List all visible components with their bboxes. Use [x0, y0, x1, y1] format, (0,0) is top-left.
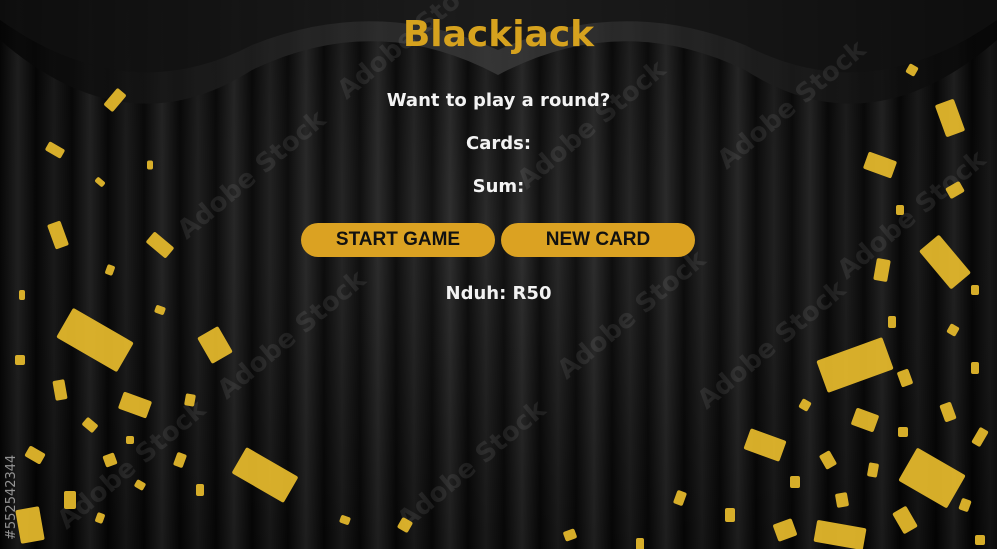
- confetti-piece: [82, 417, 98, 433]
- confetti-piece: [896, 205, 904, 215]
- sum-label: Sum:: [472, 176, 525, 197]
- confetti-piece: [813, 520, 867, 549]
- confetti-decoration: [15, 63, 989, 549]
- confetti-piece: [898, 448, 966, 508]
- confetti-piece: [397, 517, 413, 533]
- confetti-piece: [154, 305, 166, 315]
- watermark: Adobe Stock: [391, 394, 552, 536]
- new-card-button[interactable]: NEW CARD: [501, 223, 695, 257]
- confetti-piece: [888, 316, 896, 328]
- confetti-piece: [819, 450, 837, 470]
- confetti-piece: [971, 427, 989, 447]
- confetti-piece: [892, 506, 918, 534]
- player-info: Nduh: R50: [445, 283, 552, 304]
- confetti-piece: [851, 408, 879, 432]
- confetti-piece: [146, 232, 174, 258]
- cards-text: Cards:: [0, 133, 997, 154]
- confetti-piece: [196, 484, 204, 496]
- confetti-piece: [773, 518, 797, 542]
- confetti-piece: [64, 491, 76, 509]
- confetti-piece: [897, 368, 913, 388]
- confetti-piece: [102, 452, 118, 468]
- watermark: Adobe Stock: [171, 104, 332, 246]
- confetti-piece: [563, 528, 577, 542]
- confetti-piece: [636, 538, 644, 549]
- stock-id: #552542344: [4, 454, 19, 540]
- page-title: Blackjack: [402, 14, 595, 55]
- confetti-piece: [867, 462, 879, 478]
- confetti-piece: [905, 63, 919, 77]
- confetti-piece: [898, 427, 908, 437]
- confetti-piece: [816, 337, 894, 393]
- confetti-piece: [232, 447, 298, 503]
- confetti-piece: [184, 393, 196, 407]
- watermark: Adobe Stock: [551, 244, 712, 386]
- confetti-piece: [919, 235, 971, 289]
- confetti-piece: [15, 506, 45, 544]
- confetti-piece: [134, 479, 146, 491]
- confetti-piece: [798, 398, 812, 412]
- confetti-piece: [673, 490, 687, 506]
- confetti-piece: [939, 402, 957, 422]
- confetti-piece: [24, 446, 46, 464]
- confetti-piece: [197, 326, 233, 364]
- message-text: Want to play a round?: [386, 90, 611, 111]
- confetti-piece: [975, 535, 985, 545]
- confetti-piece: [790, 476, 800, 488]
- watermark: Adobe Stock: [51, 394, 212, 536]
- watermark: Adobe Stock: [511, 54, 672, 196]
- confetti-piece: [835, 492, 849, 508]
- confetti-piece: [743, 428, 787, 462]
- confetti-piece: [946, 323, 960, 337]
- confetti-piece: [863, 151, 897, 179]
- confetti-piece: [126, 436, 134, 444]
- confetti-piece: [958, 498, 972, 512]
- confetti-piece: [873, 258, 891, 282]
- confetti-piece: [95, 512, 105, 524]
- confetti-piece: [118, 391, 152, 419]
- game-stage: Adobe Stock Adobe Stock Adobe Stock Adob…: [0, 0, 997, 549]
- confetti-piece: [105, 264, 115, 276]
- confetti-piece: [15, 355, 25, 365]
- confetti-piece: [725, 508, 735, 522]
- sum-text: Sum:: [0, 176, 997, 197]
- confetti-piece: [47, 220, 69, 250]
- confetti-piece: [971, 362, 979, 374]
- watermark: Adobe Stock: [831, 144, 992, 286]
- confetti-piece: [147, 160, 153, 170]
- confetti-piece: [52, 379, 68, 401]
- confetti-piece: [339, 515, 351, 525]
- start-game-button[interactable]: START GAME: [301, 223, 495, 257]
- cards-label: Cards:: [465, 133, 532, 154]
- confetti-piece: [56, 308, 134, 372]
- confetti-piece: [173, 452, 187, 468]
